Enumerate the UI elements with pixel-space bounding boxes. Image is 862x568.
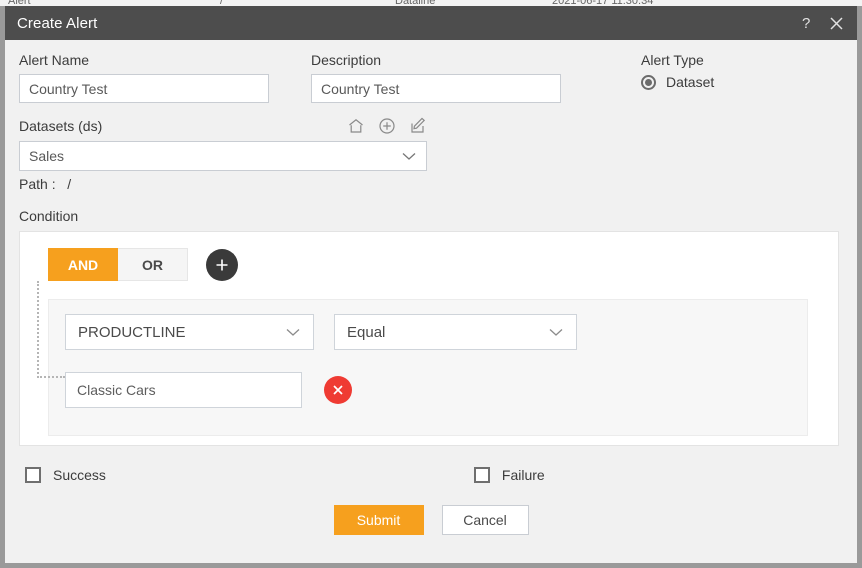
datasets-selected-value: Sales (29, 148, 65, 164)
dialog-footer: Submit Cancel (19, 505, 843, 535)
chevron-down-icon (401, 151, 417, 161)
condition-rule-group: PRODUCTLINE Equal (48, 299, 808, 436)
condition-value-row (65, 372, 807, 408)
rule-operator-select[interactable]: Equal (334, 314, 577, 350)
dialog-body: Alert Name Description Alert Type Datase… (5, 40, 857, 535)
radio-icon (641, 74, 656, 90)
datasets-header: Datasets (ds) (19, 117, 843, 135)
rule-value-input[interactable] (65, 372, 302, 408)
alert-name-input[interactable] (19, 74, 269, 103)
success-checkbox-group[interactable]: Success (25, 467, 106, 483)
condition-rule-row: PRODUCTLINE Equal (65, 314, 807, 350)
condition-panel: AND OR PRODUCTLINE Equal Classic Cars (19, 231, 839, 446)
alert-type-radio-dataset[interactable]: Dataset (641, 74, 714, 90)
alert-type-label: Alert Type (641, 52, 704, 68)
condition-label: Condition (19, 208, 79, 224)
cancel-button[interactable]: Cancel (441, 505, 529, 535)
failure-checkbox-group[interactable]: Failure (473, 467, 545, 483)
chevron-down-icon (548, 327, 564, 337)
datasets-select[interactable]: Sales (19, 141, 427, 171)
description-input[interactable] (311, 74, 561, 103)
plus-circle-icon[interactable] (378, 117, 396, 135)
svg-text:?: ? (802, 15, 810, 32)
home-icon[interactable] (347, 117, 365, 135)
edit-icon[interactable] (409, 117, 427, 135)
failure-label: Failure (501, 467, 545, 483)
create-alert-dialog: Create Alert ? Alert Name Description (0, 6, 862, 568)
datasets-label: Datasets (ds) (19, 118, 103, 134)
question-mark-icon[interactable]: ? (791, 8, 821, 38)
description-label: Description (311, 52, 382, 68)
close-circle-icon[interactable] (324, 376, 352, 404)
alert-type-option-label: Dataset (666, 74, 715, 90)
close-icon[interactable] (821, 8, 851, 38)
success-checkbox[interactable] (25, 467, 41, 483)
path-value: / (67, 176, 72, 192)
dialog-titlebar: Create Alert ? (5, 6, 857, 40)
rule-operator-value: Equal (347, 323, 386, 341)
datasets-icon-group (347, 117, 427, 135)
screen: Alert / Dataline 2021-06-17 11:30:34 Cre… (0, 0, 862, 568)
description-group: Description (311, 52, 601, 103)
failure-checkbox[interactable] (473, 467, 490, 483)
dialog-title: Create Alert (17, 14, 98, 32)
connector-line-horizontal (37, 376, 65, 378)
logic-operator-toggle: AND OR (48, 248, 838, 281)
operator-and-button[interactable]: AND (48, 248, 118, 281)
top-fields-row: Alert Name Description Alert Type Datase… (19, 52, 843, 103)
alert-type-group: Alert Type Dataset (641, 52, 714, 103)
chevron-down-icon (285, 327, 301, 337)
dataset-path: Path : / (19, 176, 843, 192)
success-label: Success (53, 467, 106, 483)
operator-or-button[interactable]: OR (118, 248, 188, 281)
notification-checkboxes: Success Failure (19, 467, 843, 483)
alert-name-group: Alert Name (19, 52, 311, 103)
submit-button[interactable]: Submit (333, 505, 424, 535)
path-label: Path : (19, 176, 56, 192)
connector-line-vertical (37, 281, 39, 378)
rule-field-value: PRODUCTLINE (78, 323, 186, 341)
alert-name-label: Alert Name (19, 52, 90, 68)
rule-field-select[interactable]: PRODUCTLINE (65, 314, 314, 350)
add-condition-button[interactable] (206, 248, 238, 281)
